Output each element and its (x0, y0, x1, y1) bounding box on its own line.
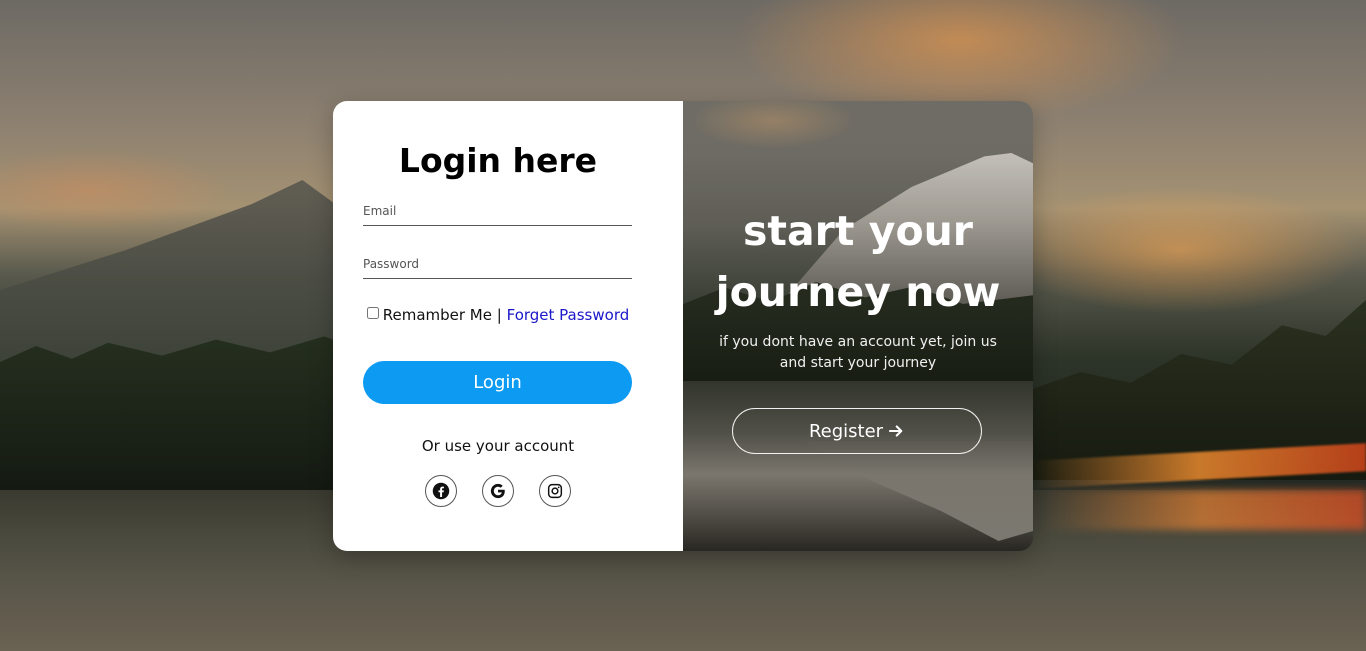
remember-separator: | (496, 306, 502, 324)
instagram-login-button[interactable] (539, 475, 571, 507)
promo-title-line2: journey now (715, 268, 1001, 316)
background-forest-left (0, 336, 360, 490)
promo-overlay (683, 101, 1033, 551)
password-field-wrapper (363, 253, 632, 279)
remember-row: Remamber Me | Forget Password (333, 306, 663, 324)
facebook-icon (432, 482, 450, 500)
login-card: Login here Remamber Me | Forget Password… (333, 101, 1033, 551)
promo-subtitle: if you dont have an account yet, join us… (719, 334, 997, 371)
email-field-wrapper (363, 200, 632, 226)
email-input[interactable] (363, 204, 632, 226)
remember-me-label: Remamber Me (382, 306, 492, 324)
login-form-panel: Login here Remamber Me | Forget Password… (333, 101, 683, 551)
register-button-label: Register (808, 420, 884, 442)
promo-title: start your journey now (683, 201, 1033, 323)
password-input[interactable] (363, 257, 632, 279)
alt-login-text: Or use your account (421, 437, 575, 455)
facebook-login-button[interactable] (425, 475, 457, 507)
google-login-button[interactable] (482, 475, 514, 507)
arrow-right-icon (888, 425, 903, 437)
background-light-reflection (1040, 490, 1366, 530)
promo-panel: start your journey now if you dont have … (683, 101, 1033, 551)
remember-me-checkbox[interactable] (366, 307, 379, 319)
login-title: Login here (398, 141, 598, 180)
forget-password-link[interactable]: Forget Password (507, 306, 630, 324)
register-button[interactable]: Register (732, 408, 982, 454)
login-button[interactable]: Login (363, 361, 632, 404)
promo-title-line1: start your (742, 207, 974, 255)
social-login-row (425, 475, 571, 507)
instagram-icon (547, 483, 563, 499)
google-icon (490, 483, 505, 499)
